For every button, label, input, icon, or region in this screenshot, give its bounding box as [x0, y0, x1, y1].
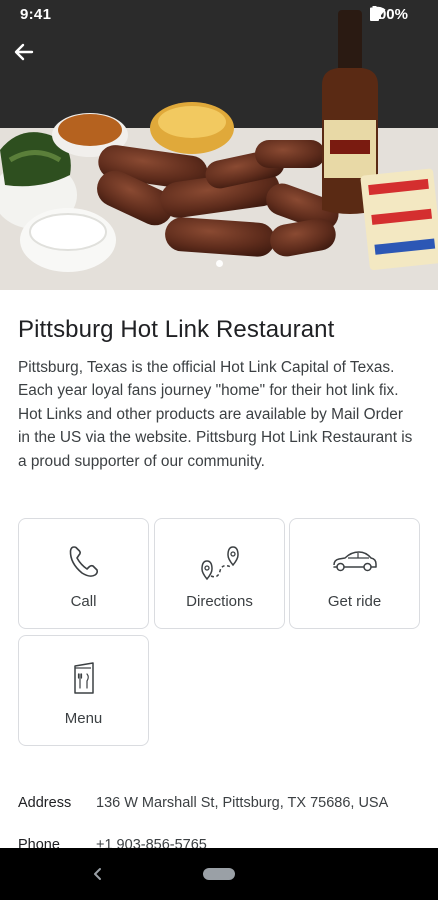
food-photo: [0, 0, 438, 290]
page-indicator: [0, 260, 438, 267]
status-icons: 100%: [369, 6, 408, 23]
menu-icon: [73, 662, 94, 694]
car-icon: [332, 551, 377, 572]
status-time: 9:41: [20, 6, 52, 23]
menu-label: Menu: [64, 710, 103, 727]
phone-icon: [69, 546, 98, 577]
arrow-back-icon: [14, 43, 34, 61]
address-value: 136 W Marshall St, Pittsburg, TX 75686, …: [96, 795, 389, 811]
system-nav-bar: [0, 848, 438, 900]
menu-button[interactable]: Menu: [18, 635, 149, 746]
status-bar: 9:41 100%: [0, 0, 438, 30]
hero-image[interactable]: 9:41 100%: [0, 0, 438, 290]
directions-label: Directions: [186, 593, 253, 610]
address-row[interactable]: Address 136 W Marshall St, Pittsburg, TX…: [18, 795, 388, 811]
back-button[interactable]: [14, 42, 48, 76]
place-title: Pittsburg Hot Link Restaurant: [18, 316, 335, 343]
directions-button[interactable]: Directions: [154, 518, 285, 629]
call-button[interactable]: Call: [18, 518, 149, 629]
route-icon: [200, 546, 239, 581]
address-key: Address: [18, 795, 72, 811]
get-ride-button[interactable]: Get ride: [289, 518, 420, 629]
battery-icon: [369, 6, 379, 21]
call-label: Call: [70, 593, 97, 610]
nav-home-pill[interactable]: [203, 868, 235, 880]
place-description: Pittsburg, Texas is the official Hot Lin…: [18, 359, 413, 470]
page-indicator-dot[interactable]: [215, 260, 223, 267]
get-ride-label: Get ride: [327, 593, 382, 610]
nav-back-icon[interactable]: [88, 862, 108, 886]
